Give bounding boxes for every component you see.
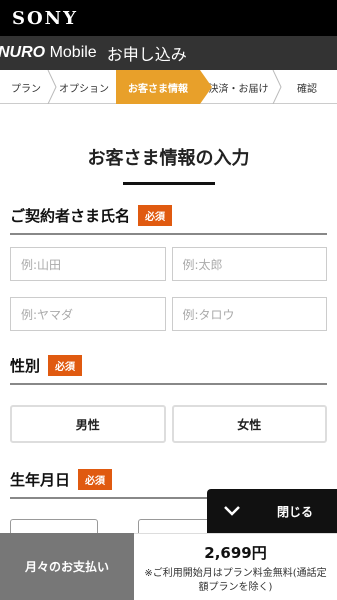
close-label: 閉じる (277, 504, 314, 519)
gender-section-header: 性別 必須 (10, 355, 327, 385)
last-name-field[interactable]: 例:山田 (10, 247, 166, 281)
first-name-kana-field[interactable]: 例:タロウ (171, 297, 327, 331)
required-badge: 必須 (78, 469, 113, 490)
payment-note: ※ご利用開始月はプラン料金無料(通話定額プランを除く) (144, 568, 327, 593)
step-label: 確認 (297, 83, 317, 95)
first-name-field[interactable]: 例:太郎 (171, 247, 327, 281)
sony-logo: SONY (12, 7, 78, 29)
page-title: お客さま情報の入力 (87, 148, 250, 169)
step-plan: プラン (0, 70, 57, 104)
sony-header: SONY (0, 0, 337, 36)
section-label: 生年月日 (10, 471, 71, 489)
monthly-payment-label: 月々のお支払い (0, 533, 134, 600)
section-label: 性別 (10, 357, 41, 375)
nuro-header: NURO Mobile お申し込み (0, 36, 337, 70)
chevron-down-icon (224, 506, 240, 516)
payment-info: 2,699円 ※ご利用開始月はプラン料金無料(通話定額プランを除く) (134, 533, 337, 600)
nuro-mobile-logo[interactable]: NURO Mobile (0, 44, 97, 62)
last-name-kana-field[interactable]: 例:ヤマダ (10, 297, 166, 331)
title-underline (122, 182, 215, 185)
monthly-price: 2,699円 (204, 544, 267, 562)
step-option: オプション (52, 70, 116, 104)
required-badge: 必須 (138, 205, 173, 226)
gender-male-button[interactable]: 男性 (10, 405, 166, 443)
step-label: 決済・お届け (208, 83, 269, 95)
gender-section: 性別 必須 男性 女性 (0, 355, 337, 443)
step-chevron-icon (47, 70, 57, 104)
close-summary-button[interactable]: 閉じる (207, 489, 337, 533)
name-section-header: ご契約者さま氏名 必須 (10, 205, 327, 235)
name-row: 例:山田 例:太郎 (10, 247, 327, 281)
progress-steps: プラン オプション お客さま情報 決済・お届け 確認 (0, 70, 337, 104)
kana-row: 例:ヤマダ 例:タロウ (10, 297, 327, 331)
name-section: ご契約者さま氏名 必須 例:山田 例:太郎 例:ヤマダ 例:タロウ (0, 205, 337, 331)
step-confirm: 確認 (277, 70, 337, 104)
nuro-logo-strong: NURO (0, 44, 46, 61)
page-header-title: お申し込み (106, 45, 187, 64)
nuro-logo-mobile: Mobile (49, 44, 97, 61)
required-badge: 必須 (48, 355, 83, 376)
step-customer-info: お客さま情報 (116, 70, 212, 104)
section-label: ご契約者さま氏名 (10, 207, 131, 225)
step-label: オプション (59, 83, 109, 95)
step-label: プラン (11, 83, 41, 95)
step-label: お客さま情報 (128, 83, 188, 95)
gender-female-button[interactable]: 女性 (171, 405, 327, 443)
payment-summary-bar: 月々のお支払い 2,699円 ※ご利用開始月はプラン料金無料(通話定額プランを除… (0, 533, 337, 600)
gender-row: 男性 女性 (10, 405, 327, 443)
step-active-arrow-icon (200, 70, 212, 104)
step-chevron-icon (272, 70, 282, 104)
